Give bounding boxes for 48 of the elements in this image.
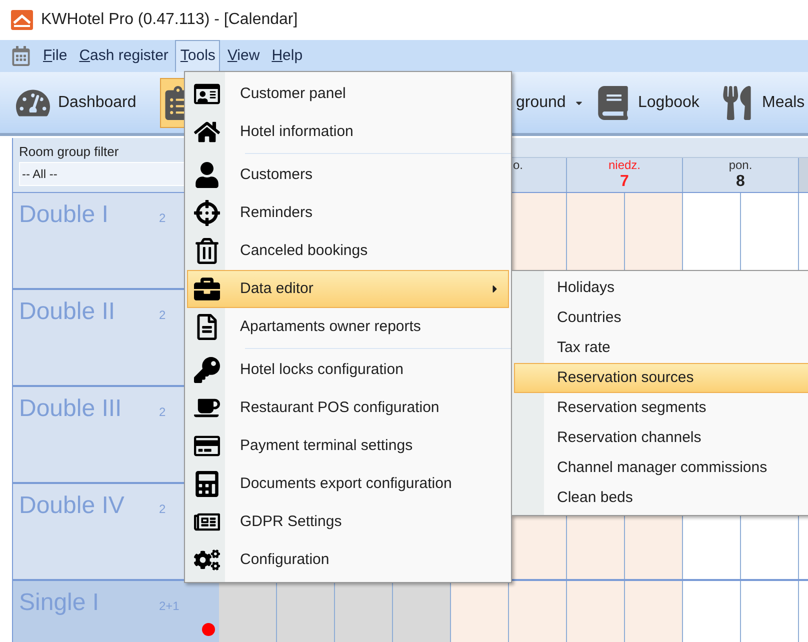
room-capacity: 2: [159, 210, 166, 227]
menu-item[interactable]: Data editor: [187, 270, 509, 308]
submenu-item[interactable]: Clean beds: [514, 483, 808, 513]
key-icon: [194, 357, 220, 383]
briefcase-icon: [194, 276, 220, 302]
day-header: pon. 8: [683, 158, 799, 192]
room-capacity: 2: [159, 307, 166, 324]
toolbar-button[interactable]: Meals: [716, 78, 808, 128]
menu-bar-item[interactable]: Tools: [175, 40, 220, 72]
toolbar-button[interactable]: ground: [512, 78, 592, 128]
room-capacity: 2: [159, 501, 166, 518]
day-header: niedz. 7: [567, 158, 683, 192]
submenu-item[interactable]: Reservation segments: [514, 393, 808, 423]
trash-icon: [194, 238, 220, 264]
submenu-item[interactable]: Channel manager commissions: [514, 453, 808, 483]
room-name: Double IV: [19, 491, 126, 521]
room-capacity: 2+1: [159, 598, 180, 615]
menu-bar-item[interactable]: View: [222, 40, 265, 72]
room-capacity: 2: [159, 404, 166, 421]
toolbar-button[interactable]: Logbook: [592, 78, 716, 128]
menu-item[interactable]: Hotel information: [187, 113, 509, 151]
book-icon: [596, 86, 630, 120]
menu-bar-item[interactable]: Cash register: [74, 40, 174, 72]
menu-bar-item[interactable]: File: [38, 40, 72, 72]
card-icon: [194, 433, 220, 459]
house-icon: [194, 119, 220, 145]
submenu-item[interactable]: Countries: [514, 303, 808, 333]
room-name: Double II: [19, 297, 116, 327]
room-name: Single I: [19, 588, 100, 618]
toolbar-button[interactable]: Dashboard: [12, 78, 160, 128]
submenu-item[interactable]: Reservation sources: [514, 363, 808, 393]
calendar-icon: [12, 46, 30, 66]
room-name: Double I: [19, 200, 110, 230]
submenu-item[interactable]: Holidays: [514, 273, 808, 303]
menu-bar-item[interactable]: Help: [266, 40, 308, 72]
id-card-icon: [194, 81, 220, 107]
calculator-icon: [194, 471, 220, 497]
fork-knife-icon: [720, 86, 754, 120]
menu-item[interactable]: Customer panel: [187, 75, 509, 113]
window-title: KWHotel Pro (0.47.113) - [Calendar]: [41, 10, 298, 30]
crosshair-icon: [194, 200, 220, 226]
app-logo-icon: [11, 10, 33, 30]
filter-label: Room group filter: [19, 143, 120, 160]
gears-icon: [194, 547, 220, 573]
person-icon: [194, 162, 220, 188]
room-name: Double III: [19, 394, 123, 424]
submenu-item[interactable]: Reservation channels: [514, 423, 808, 453]
submenu-item[interactable]: Tax rate: [514, 333, 808, 363]
